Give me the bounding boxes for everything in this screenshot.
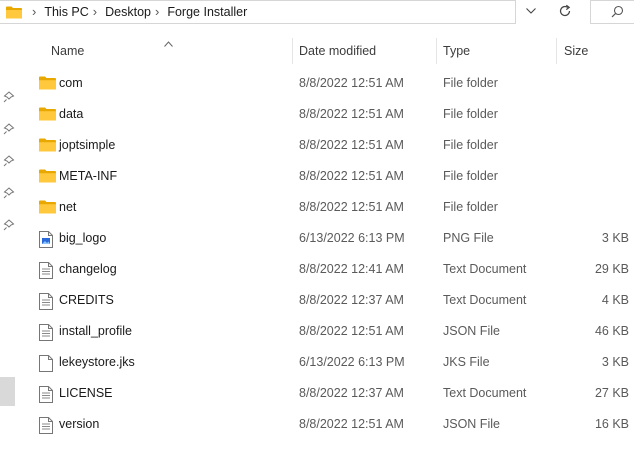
text-file-icon	[39, 386, 55, 403]
file-name: big_logo	[59, 231, 107, 245]
column-header-name[interactable]: Name	[51, 38, 84, 64]
file-row[interactable]: net 8/8/2022 12:51 AM File folder	[30, 192, 634, 223]
file-size: 29 KB	[594, 262, 629, 276]
file-size: 3 KB	[601, 231, 629, 245]
file-row[interactable]: changelog 8/8/2022 12:41 AM Text Document 2…	[30, 254, 634, 285]
file-date-modified: 8/8/2022 12:37 AM	[299, 386, 404, 400]
file-date-modified: 8/8/2022 12:51 AM	[299, 76, 404, 90]
file-date-modified: 8/8/2022 12:41 AM	[299, 262, 404, 276]
file-type: File folder	[443, 169, 498, 183]
file-name: install_profile	[59, 324, 132, 338]
pin-icon[interactable]	[3, 187, 15, 199]
folder-icon	[39, 169, 56, 185]
sort-ascending-icon	[164, 36, 173, 50]
file-type: JSON File	[443, 324, 500, 338]
file-row[interactable]: META-INF 8/8/2022 12:51 AM File folder	[30, 161, 634, 192]
search-icon	[611, 5, 624, 21]
column-header-type[interactable]: Type	[443, 38, 470, 64]
chevron-down-icon[interactable]	[524, 4, 538, 18]
file-size: 46 KB	[594, 324, 629, 338]
file-name: version	[59, 417, 100, 431]
folder-icon	[39, 107, 56, 123]
file-row[interactable]: version 8/8/2022 12:51 AM JSON File 16 KB	[30, 409, 634, 440]
file-row[interactable]: joptsimple 8/8/2022 12:51 AM File folder	[30, 130, 634, 161]
pin-icon[interactable]	[3, 219, 15, 231]
file-date-modified: 6/13/2022 6:13 PM	[299, 231, 405, 245]
file-name: joptsimple	[59, 138, 116, 152]
file-type: File folder	[443, 76, 498, 90]
file-row[interactable]: LICENSE 8/8/2022 12:37 AM Text Document 27 …	[30, 378, 634, 409]
text-file-icon	[39, 324, 55, 341]
address-bar: › This PC › Desktop › Forge Installer	[0, 0, 634, 24]
text-file-icon	[39, 262, 55, 279]
file-row[interactable]: data 8/8/2022 12:51 AM File folder	[30, 99, 634, 130]
navigation-pane-scrollbar[interactable]	[0, 377, 15, 406]
file-size: 4 KB	[601, 293, 629, 307]
column-divider[interactable]	[556, 38, 557, 64]
file-name: META-INF	[59, 169, 118, 183]
file-type: Text Document	[443, 262, 527, 276]
pin-icon[interactable]	[3, 123, 15, 135]
file-date-modified: 8/8/2022 12:51 AM	[299, 138, 404, 152]
column-divider[interactable]	[436, 38, 437, 64]
file-name: changelog	[59, 262, 117, 276]
file-name: net	[59, 200, 77, 214]
file-type: Text Document	[443, 293, 527, 307]
file-size: 3 KB	[601, 355, 629, 369]
file-row[interactable]: com 8/8/2022 12:51 AM File folder	[30, 68, 634, 99]
column-header-size[interactable]: Size	[564, 38, 588, 64]
file-size: 27 KB	[594, 386, 629, 400]
file-size: 16 KB	[594, 417, 629, 431]
file-row[interactable]: CREDITS 8/8/2022 12:37 AM Text Document 4 K…	[30, 285, 634, 316]
file-type: Text Document	[443, 386, 527, 400]
refresh-icon[interactable]	[556, 2, 574, 20]
breadcrumb-separator[interactable]: ›	[155, 1, 159, 23]
breadcrumb-separator[interactable]: ›	[32, 1, 36, 23]
file-row[interactable]: lekeystore.jks 6/13/2022 6:13 PM JKS File 3…	[30, 347, 634, 378]
folder-icon	[39, 200, 56, 216]
file-row[interactable]: install_profile 8/8/2022 12:51 AM JSON Fil…	[30, 316, 634, 347]
folder-icon	[39, 138, 56, 154]
file-name: lekeystore.jks	[59, 355, 135, 369]
file-name: com	[59, 76, 83, 90]
column-header-date-modified[interactable]: Date modified	[299, 38, 376, 64]
file-type: PNG File	[443, 231, 494, 245]
column-divider[interactable]	[292, 38, 293, 64]
breadcrumb-desktop[interactable]: Desktop	[105, 1, 151, 23]
text-file-icon	[39, 293, 55, 310]
folder-icon	[39, 76, 56, 92]
breadcrumb-separator[interactable]: ›	[93, 1, 97, 23]
blank-file-icon	[39, 355, 55, 372]
pin-icon[interactable]	[3, 91, 15, 103]
breadcrumb[interactable]: › This PC › Desktop › Forge Installer	[0, 0, 516, 24]
file-date-modified: 8/8/2022 12:51 AM	[299, 200, 404, 214]
file-date-modified: 8/8/2022 12:51 AM	[299, 324, 404, 338]
breadcrumb-forge-installer[interactable]: Forge Installer	[167, 1, 247, 23]
file-row[interactable]: big_logo 6/13/2022 6:13 PM PNG File 3 KB	[30, 223, 634, 254]
file-type: File folder	[443, 200, 498, 214]
file-date-modified: 8/8/2022 12:51 AM	[299, 107, 404, 121]
file-type: JSON File	[443, 417, 500, 431]
file-name: LICENSE	[59, 386, 113, 400]
file-date-modified: 8/8/2022 12:37 AM	[299, 293, 404, 307]
file-name: CREDITS	[59, 293, 114, 307]
file-type: JKS File	[443, 355, 490, 369]
folder-icon	[6, 6, 22, 19]
search-input[interactable]	[590, 0, 634, 24]
pin-icon[interactable]	[3, 155, 15, 167]
file-type: File folder	[443, 138, 498, 152]
image-file-icon	[39, 231, 55, 248]
file-name: data	[59, 107, 84, 121]
text-file-icon	[39, 417, 55, 434]
file-type: File folder	[443, 107, 498, 121]
file-date-modified: 6/13/2022 6:13 PM	[299, 355, 405, 369]
file-date-modified: 8/8/2022 12:51 AM	[299, 417, 404, 431]
breadcrumb-this-pc[interactable]: This PC	[44, 1, 88, 23]
file-date-modified: 8/8/2022 12:51 AM	[299, 169, 404, 183]
